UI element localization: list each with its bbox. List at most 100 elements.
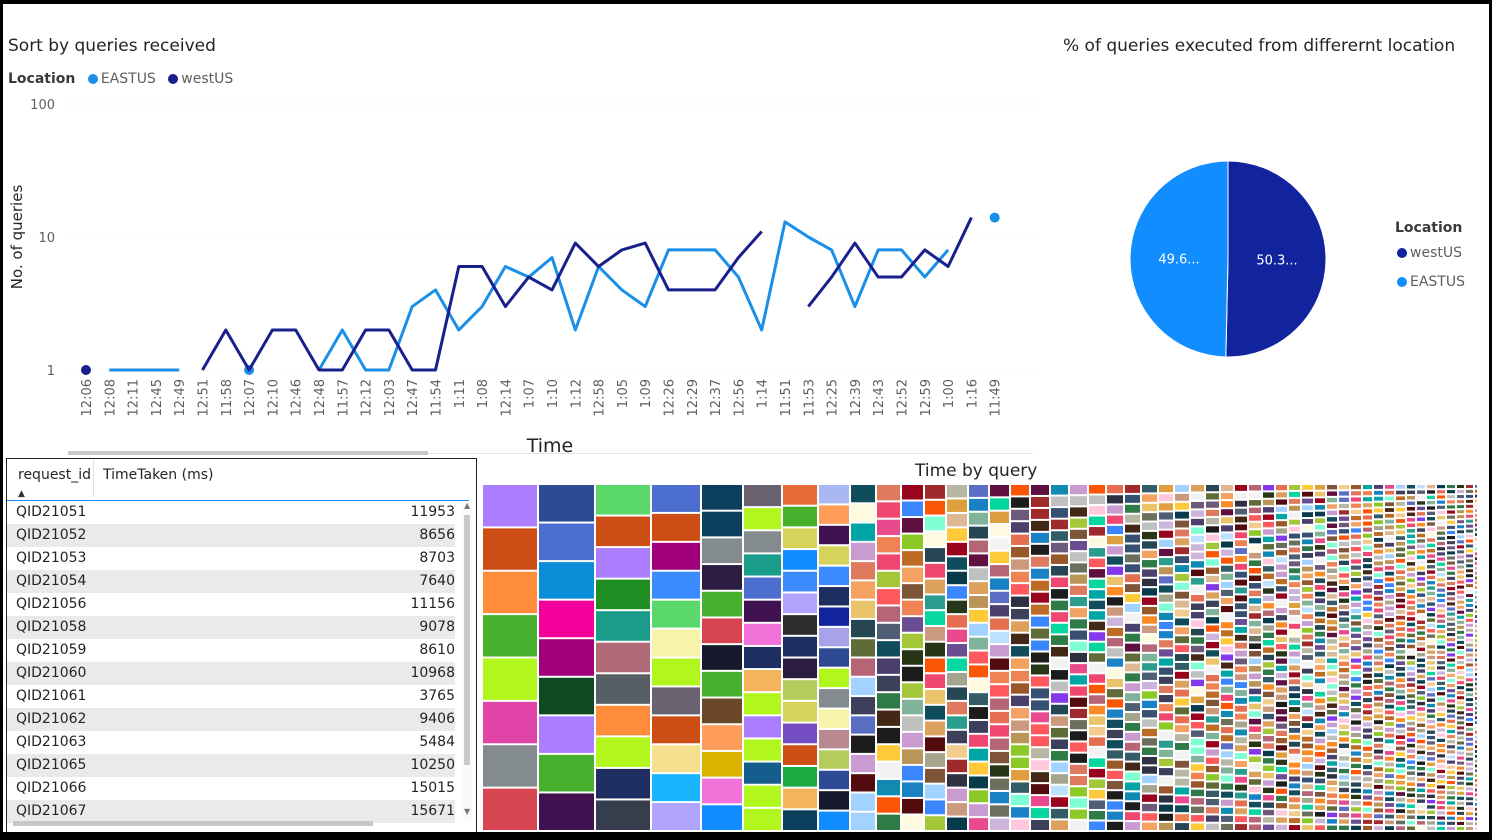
treemap-tile[interactable] [1466, 643, 1473, 647]
treemap-tile[interactable] [1221, 509, 1233, 516]
treemap-tile[interactable] [1125, 802, 1140, 811]
treemap-tile[interactable] [1417, 550, 1425, 554]
treemap-tile[interactable] [744, 716, 781, 738]
treemap-tile[interactable] [1276, 571, 1287, 577]
treemap-tile[interactable] [990, 671, 1009, 684]
treemap-tile[interactable] [1427, 693, 1435, 697]
treemap-tile[interactable] [1427, 794, 1435, 798]
treemap-tile[interactable] [1327, 485, 1337, 490]
treemap-tile[interactable] [1374, 808, 1383, 813]
treemap-tile[interactable] [1302, 655, 1313, 660]
treemap-tile[interactable] [1351, 801, 1361, 806]
treemap-tile[interactable] [1447, 515, 1455, 519]
treemap-tile[interactable] [1302, 532, 1313, 538]
treemap-tile[interactable] [1089, 800, 1105, 809]
treemap-tile[interactable] [1276, 615, 1287, 621]
treemap-tile[interactable] [1011, 596, 1029, 607]
treemap-tile[interactable] [1396, 769, 1405, 774]
treemap-tile[interactable] [1206, 724, 1219, 731]
treemap-tile[interactable] [1475, 697, 1477, 700]
treemap-tile[interactable] [1125, 673, 1140, 682]
treemap-tile[interactable] [877, 623, 900, 640]
treemap-tile[interactable] [1011, 522, 1029, 533]
treemap-tile[interactable] [1466, 762, 1473, 766]
treemap-tile[interactable] [1374, 826, 1383, 830]
treemap-tile[interactable] [1475, 538, 1477, 541]
treemap-tile[interactable] [1417, 528, 1425, 532]
treemap-tile[interactable] [783, 788, 817, 809]
treemap-tile[interactable] [539, 639, 594, 676]
treemap-tile[interactable] [1125, 693, 1140, 702]
treemap-tile[interactable] [1142, 485, 1157, 493]
treemap-tile[interactable] [851, 697, 875, 715]
treemap-tile[interactable] [1070, 507, 1087, 517]
treemap-tile[interactable] [1396, 797, 1405, 802]
treemap-tile[interactable] [1235, 713, 1247, 720]
treemap-tile[interactable] [947, 687, 967, 700]
treemap-tile[interactable] [1302, 804, 1313, 810]
treemap-tile[interactable] [1302, 648, 1313, 654]
treemap-tile[interactable] [1351, 633, 1361, 638]
treemap-tile[interactable] [1427, 549, 1435, 553]
treemap-tile[interactable] [1235, 555, 1247, 562]
treemap-tile[interactable] [1385, 756, 1394, 761]
treemap-tile[interactable] [1051, 531, 1068, 541]
treemap-tile[interactable] [1385, 727, 1394, 732]
treemap-tile[interactable] [1107, 689, 1123, 698]
treemap-tile[interactable] [1191, 747, 1204, 754]
treemap-tile[interactable] [1437, 800, 1445, 805]
treemap-tile[interactable] [1427, 522, 1435, 526]
treemap-tile[interactable] [1191, 510, 1204, 517]
treemap-tile[interactable] [1107, 536, 1123, 545]
treemap-tile[interactable] [1221, 702, 1233, 709]
treemap-tile[interactable] [1417, 799, 1425, 803]
x-tick-label[interactable]: 1:09 [639, 379, 654, 408]
treemap-tile[interactable] [1447, 673, 1455, 677]
treemap-tile[interactable] [1447, 735, 1455, 739]
treemap-tile[interactable] [877, 797, 900, 813]
treemap-tile[interactable] [1221, 646, 1233, 653]
treemap-tile[interactable] [902, 765, 923, 781]
treemap-tile[interactable] [1396, 809, 1405, 813]
treemap-tile[interactable] [1475, 485, 1477, 488]
treemap-tile[interactable] [1221, 694, 1233, 701]
treemap-tile[interactable] [1191, 730, 1204, 737]
treemap-tile[interactable] [1263, 632, 1274, 639]
treemap-tile[interactable] [1427, 527, 1435, 532]
data-point-EASTUS[interactable] [989, 212, 1000, 223]
treemap-tile[interactable] [1235, 500, 1247, 507]
treemap-tile[interactable] [1289, 804, 1300, 810]
treemap-tile[interactable] [1437, 775, 1445, 779]
treemap-tile[interactable] [1475, 533, 1477, 537]
treemap-tile[interactable] [1385, 797, 1394, 802]
treemap-tile[interactable] [1363, 576, 1372, 581]
treemap-tile[interactable] [1417, 685, 1425, 690]
treemap-tile[interactable] [1363, 649, 1372, 654]
treemap-tile[interactable] [1315, 618, 1325, 624]
treemap-tile[interactable] [1031, 544, 1049, 555]
treemap-tile[interactable] [1466, 613, 1473, 617]
treemap-tile[interactable] [1407, 512, 1415, 517]
treemap-tile[interactable] [1475, 562, 1477, 565]
treemap-tile[interactable] [1327, 529, 1337, 535]
treemap-tile[interactable] [1263, 750, 1274, 757]
table-row[interactable]: QID21052 8656 [7, 524, 455, 547]
treemap-tile[interactable] [1437, 795, 1445, 799]
treemap-tile[interactable] [1475, 513, 1477, 517]
treemap-tile[interactable] [851, 485, 875, 503]
treemap-tile[interactable] [1466, 673, 1473, 677]
treemap-tile[interactable] [1191, 527, 1204, 534]
treemap-tile[interactable] [1315, 505, 1325, 510]
treemap-tile[interactable] [1437, 743, 1445, 748]
treemap-tile[interactable] [1447, 617, 1455, 621]
treemap-tile[interactable] [1289, 589, 1300, 595]
treemap-tile[interactable] [819, 546, 849, 565]
treemap-tile[interactable] [1221, 517, 1233, 524]
treemap-tile[interactable] [1125, 812, 1140, 821]
pie-legend-westus[interactable]: westUS [1389, 245, 1462, 261]
treemap-tile[interactable] [1385, 635, 1394, 640]
x-tick-label[interactable]: 11:49 [989, 379, 1004, 416]
treemap-tile[interactable] [1437, 702, 1445, 706]
treemap-tile[interactable] [1302, 661, 1313, 667]
treemap-tile[interactable] [1235, 721, 1247, 728]
